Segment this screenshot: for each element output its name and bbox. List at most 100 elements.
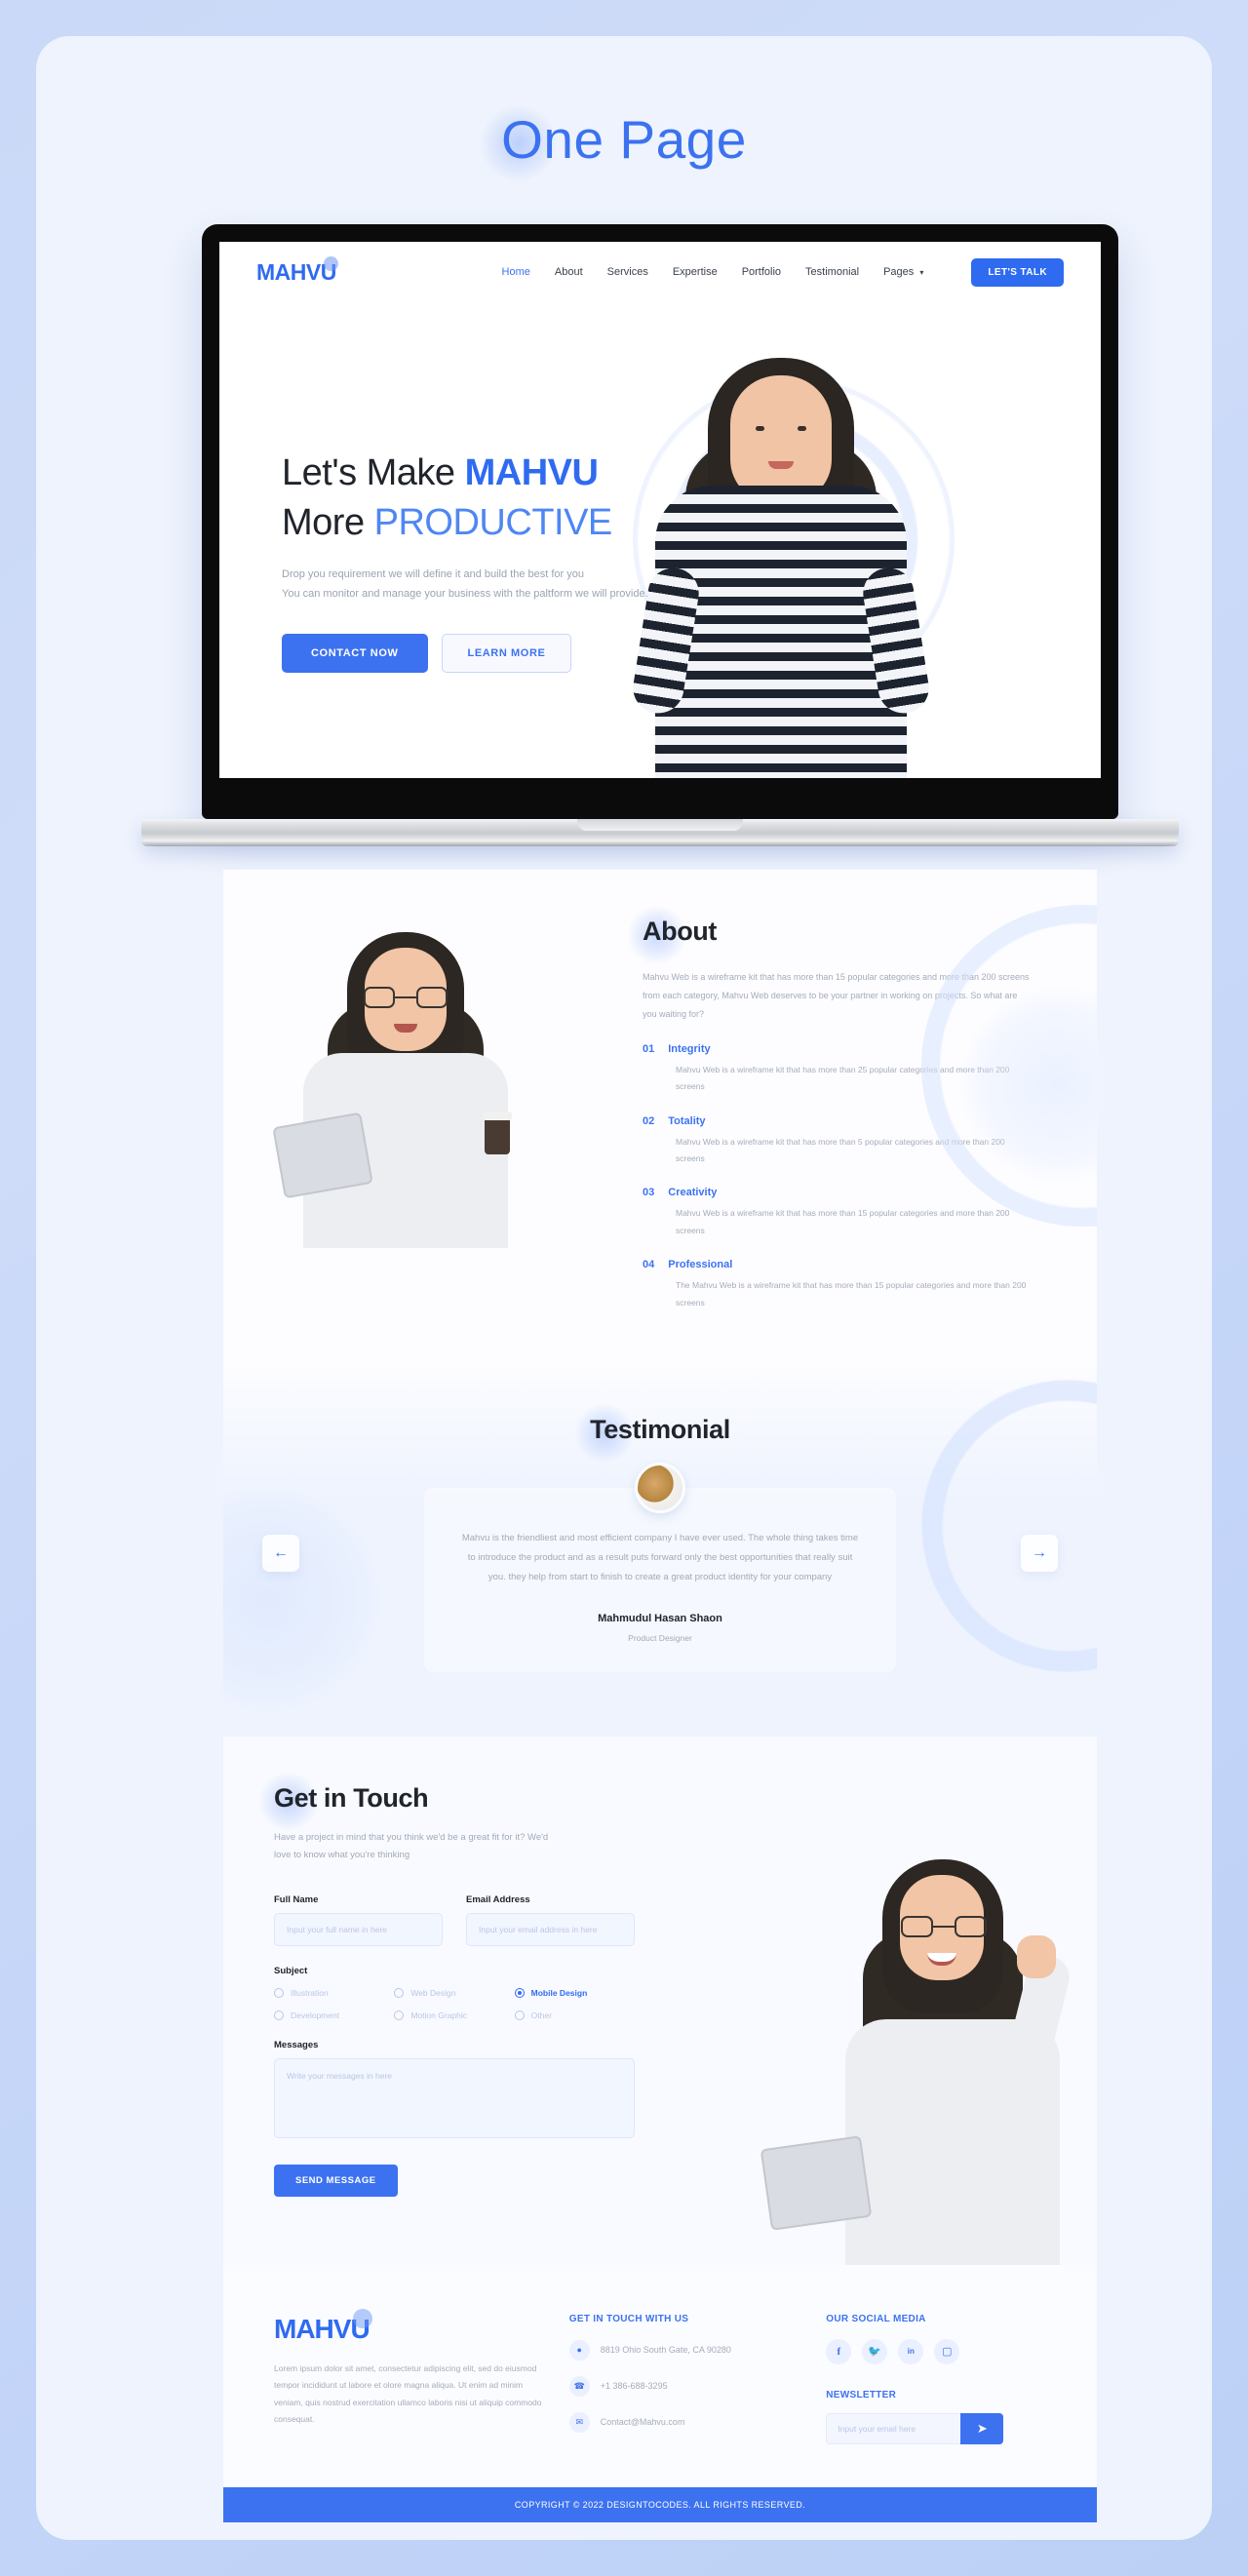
nav-item-about-label: About	[554, 266, 583, 278]
nav-item-pages[interactable]: Pages ▾	[883, 266, 923, 278]
footer-contact-column: GET IN TOUCH WITH US ● 8819 Ohio South G…	[568, 2313, 800, 2444]
nav-item-pages-label: Pages	[883, 266, 915, 278]
about-grid: About Mahvu Web is a wireframe kit that …	[223, 905, 1097, 1311]
learn-more-button[interactable]: LEARN MORE	[441, 633, 572, 673]
footer-email-item[interactable]: ✉ Contact@Mahvu.com	[568, 2411, 800, 2433]
send-message-button[interactable]: SEND MESSAGE	[274, 2164, 398, 2197]
envelope-icon: ✉	[568, 2411, 590, 2433]
page-sections: About Mahvu Web is a wireframe kit that …	[223, 870, 1097, 2522]
hero-section: Let's Make MAHVU More PRODUCTIVE Drop yo…	[219, 302, 1101, 778]
contact-person-image	[750, 1846, 1074, 2265]
site-navbar: MAHVU Home About Services Expertise Port…	[219, 242, 1101, 302]
newsletter-submit-button[interactable]: ➤	[960, 2412, 1004, 2444]
navbar-links: Home About Services Expertise Portfolio …	[502, 257, 1064, 287]
full-name-field-group: Full Name	[274, 1894, 443, 1946]
about-feature-head: 02 Totality	[643, 1115, 1033, 1127]
radio-dot-icon	[514, 1987, 525, 1998]
radio-illustration[interactable]: Illustration	[274, 1987, 394, 1998]
radio-web-design[interactable]: Web Design	[394, 1987, 514, 1998]
email-field-group: Email Address	[466, 1894, 635, 1946]
page-card: One Page MAHVU Home About Services Exper…	[36, 36, 1212, 2540]
hero-heading-brand: MAHVU	[464, 452, 599, 493]
subject-radio-group: Illustration Web Design Mobile Design De…	[274, 1987, 635, 2020]
about-feature-number: 02	[643, 1114, 655, 1127]
about-feature-number: 03	[643, 1187, 655, 1199]
testimonial-card: Mahvu is the friendliest and most effici…	[424, 1463, 896, 1672]
page-title-area: One Page	[36, 104, 1212, 182]
footer-social-column: OUR SOCIAL MEDIA f 🐦 in ▢ NEWSLETTER ➤	[826, 2314, 1046, 2444]
footer-brand-column: MAHVU Lorem ipsum dolor sit amet, consec…	[274, 2308, 542, 2444]
nav-item-expertise-label: Expertise	[672, 266, 718, 278]
email-input[interactable]	[466, 1912, 635, 1946]
full-name-input[interactable]	[274, 1912, 443, 1946]
radio-development[interactable]: Development	[274, 2010, 394, 2020]
nav-item-testimonial[interactable]: Testimonial	[805, 266, 859, 278]
website-viewport: MAHVU Home About Services Expertise Port…	[219, 242, 1101, 778]
testimonial-author-role: Product Designer	[628, 1632, 692, 1643]
chevron-down-icon: ▾	[919, 268, 924, 277]
radio-dot-icon	[514, 2010, 525, 2020]
nav-item-expertise[interactable]: Expertise	[673, 266, 718, 278]
testimonial-heading: Testimonial	[590, 1415, 730, 1445]
messages-group: Messages	[274, 2040, 635, 2143]
nav-item-home-label: Home	[501, 266, 530, 278]
footer-social-links: f 🐦 in ▢	[826, 2338, 1046, 2364]
footer-logo[interactable]: MAHVU	[274, 2308, 372, 2345]
nav-item-home[interactable]: Home	[502, 266, 530, 278]
radio-mobile-design-label: Mobile Design	[530, 1987, 588, 1998]
phone-icon: ☎	[568, 2375, 590, 2397]
contact-now-button[interactable]: CONTACT NOW	[282, 633, 428, 673]
subject-group: Subject Illustration Web Design Mobile D…	[274, 1966, 635, 2020]
facebook-icon[interactable]: f	[826, 2338, 852, 2364]
subject-label: Subject	[274, 1965, 308, 1976]
about-feature-title: Totality	[668, 1114, 706, 1127]
footer-phone-item[interactable]: ☎ +1 386-688-3295	[568, 2375, 800, 2397]
hero-subtitle-line1: Drop you requirement we will define it a…	[282, 568, 585, 581]
messages-textarea[interactable]	[274, 2057, 635, 2138]
hero-heading-line2-plain: More	[282, 501, 374, 543]
nav-item-services[interactable]: Services	[607, 266, 648, 278]
footer-phone-text: +1 386-688-3295	[600, 2381, 668, 2392]
testimonial-author-name: Mahmudul Hasan Shaon	[598, 1612, 722, 1624]
lets-talk-button[interactable]: LET'S TALK	[971, 257, 1064, 287]
testimonial-next-arrow-icon[interactable]: →	[1021, 1534, 1058, 1572]
footer-newsletter-heading: NEWSLETTER	[826, 2389, 897, 2400]
radio-dot-icon	[274, 2010, 284, 2020]
location-pin-icon: ●	[568, 2339, 590, 2361]
testimonial-section: Testimonial Mahvu is the friendliest and…	[223, 1370, 1097, 1737]
radio-web-design-label: Web Design	[410, 1987, 456, 1998]
linkedin-icon[interactable]: in	[898, 2338, 924, 2364]
hero-heading-line2: More PRODUCTIVE	[282, 498, 828, 548]
twitter-icon[interactable]: 🐦	[862, 2338, 888, 2364]
testimonial-blob-decoration	[921, 1380, 1097, 1673]
about-feature-head: 04 Professional	[643, 1259, 1033, 1270]
instagram-icon[interactable]: ▢	[934, 2338, 960, 2364]
about-section: About Mahvu Web is a wireframe kit that …	[223, 870, 1097, 1371]
contact-person-glasses-icon	[901, 1915, 987, 1937]
about-feature-head: 01 Integrity	[643, 1043, 1033, 1055]
messages-label: Messages	[274, 2039, 319, 2050]
copyright-bar: COPYRIGHT © 2022 DESIGNTOCODES. ALL RIGH…	[223, 2486, 1097, 2522]
testimonial-prev-arrow-icon[interactable]: ←	[262, 1534, 299, 1572]
footer-address-text: 8819 Ohio South Gate, CA 90280	[600, 2345, 731, 2356]
nav-item-services-label: Services	[606, 266, 648, 278]
hero-text-block: Let's Make MAHVU More PRODUCTIVE Drop yo…	[282, 449, 828, 673]
footer-social-heading: OUR SOCIAL MEDIA	[826, 2313, 926, 2324]
hero-person-eye-right	[798, 426, 806, 431]
about-feature-head: 03 Creativity	[643, 1187, 1033, 1198]
about-person-coffee-cup	[483, 1112, 512, 1154]
radio-other[interactable]: Other	[514, 2010, 635, 2020]
navbar-logo[interactable]: MAHVU	[256, 255, 338, 286]
nav-item-portfolio[interactable]: Portfolio	[742, 266, 781, 278]
footer-section: MAHVU Lorem ipsum dolor sit amet, consec…	[223, 2264, 1097, 2487]
about-feature-body: Mahvu Web is a wireframe kit that has mo…	[676, 1208, 1010, 1235]
radio-motion-graphic[interactable]: Motion Graphic	[394, 2010, 514, 2020]
contact-section: Get in Touch Have a project in mind that…	[223, 1736, 1097, 2265]
contact-person-waving-hand	[1017, 1934, 1056, 1978]
nav-item-about[interactable]: About	[555, 266, 583, 278]
about-person-image	[272, 926, 527, 1248]
footer-contact-heading: GET IN TOUCH WITH US	[568, 2313, 689, 2324]
newsletter-email-input[interactable]	[826, 2412, 961, 2444]
radio-mobile-design[interactable]: Mobile Design	[514, 1987, 635, 1998]
hero-person-eye-left	[756, 426, 764, 431]
